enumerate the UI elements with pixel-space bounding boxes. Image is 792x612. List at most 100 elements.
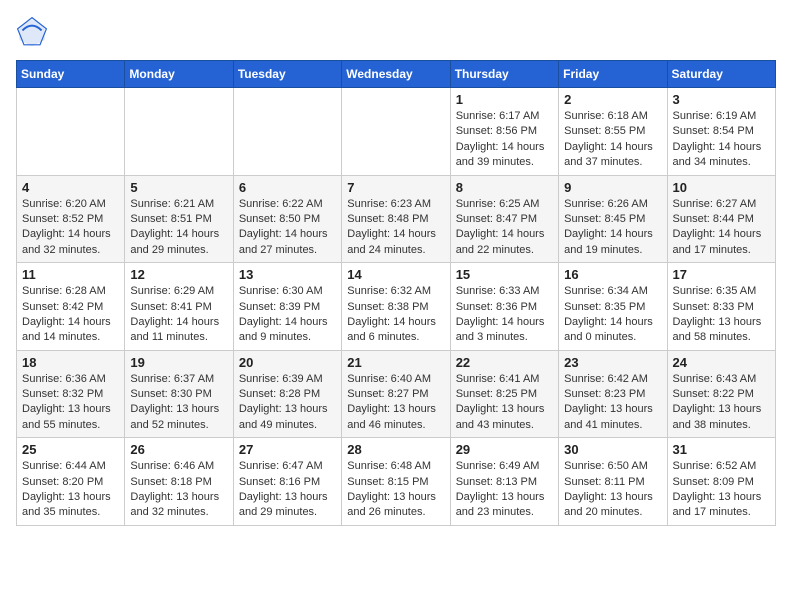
header-cell-tuesday: Tuesday xyxy=(233,61,341,88)
day-info: Sunrise: 6:47 AM Sunset: 8:16 PM Dayligh… xyxy=(239,459,336,521)
calendar-cell: 17 Sunrise: 6:35 AM Sunset: 8:33 PM Dayli… xyxy=(667,263,775,351)
day-number: 31 xyxy=(673,442,770,457)
day-number: 29 xyxy=(456,442,553,457)
day-info: Sunrise: 6:19 AM Sunset: 8:54 PM Dayligh… xyxy=(673,109,770,171)
day-info: Sunrise: 6:40 AM Sunset: 8:27 PM Dayligh… xyxy=(347,372,444,434)
day-number: 12 xyxy=(130,267,227,282)
calendar-cell: 30 Sunrise: 6:50 AM Sunset: 8:11 PM Dayli… xyxy=(559,438,667,526)
calendar-week-5: 25 Sunrise: 6:44 AM Sunset: 8:20 PM Dayli… xyxy=(17,438,776,526)
calendar-week-3: 11Sunrise: 6:28 AM Sunset: 8:42 PM Dayli… xyxy=(17,263,776,351)
day-info: Sunrise: 6:23 AM Sunset: 8:48 PM Dayligh… xyxy=(347,197,444,259)
day-info: Sunrise: 6:27 AM Sunset: 8:44 PM Dayligh… xyxy=(673,197,770,259)
calendar-cell: 6 Sunrise: 6:22 AM Sunset: 8:50 PM Daylig… xyxy=(233,175,341,263)
day-number: 21 xyxy=(347,355,444,370)
day-info: Sunrise: 6:32 AM Sunset: 8:38 PM Dayligh… xyxy=(347,284,444,346)
calendar-cell: 19Sunrise: 6:37 AM Sunset: 8:30 PM Dayli… xyxy=(125,350,233,438)
calendar-cell: 21 Sunrise: 6:40 AM Sunset: 8:27 PM Dayli… xyxy=(342,350,450,438)
calendar-cell xyxy=(125,88,233,176)
day-info: Sunrise: 6:41 AM Sunset: 8:25 PM Dayligh… xyxy=(456,372,553,434)
day-info: Sunrise: 6:20 AM Sunset: 8:52 PM Dayligh… xyxy=(22,197,119,259)
header-cell-thursday: Thursday xyxy=(450,61,558,88)
day-info: Sunrise: 6:25 AM Sunset: 8:47 PM Dayligh… xyxy=(456,197,553,259)
day-info: Sunrise: 6:26 AM Sunset: 8:45 PM Dayligh… xyxy=(564,197,661,259)
calendar-cell: 12 Sunrise: 6:29 AM Sunset: 8:41 PM Dayli… xyxy=(125,263,233,351)
day-info: Sunrise: 6:39 AM Sunset: 8:28 PM Dayligh… xyxy=(239,372,336,434)
day-number: 16 xyxy=(564,267,661,282)
day-number: 20 xyxy=(239,355,336,370)
day-number: 26 xyxy=(130,442,227,457)
day-info: Sunrise: 6:18 AM Sunset: 8:55 PM Dayligh… xyxy=(564,109,661,171)
header-cell-sunday: Sunday xyxy=(17,61,125,88)
calendar-cell: 7Sunrise: 6:23 AM Sunset: 8:48 PM Daylig… xyxy=(342,175,450,263)
calendar-cell: 10 Sunrise: 6:27 AM Sunset: 8:44 PM Dayli… xyxy=(667,175,775,263)
day-number: 28 xyxy=(347,442,444,457)
calendar-cell: 16Sunrise: 6:34 AM Sunset: 8:35 PM Dayli… xyxy=(559,263,667,351)
day-number: 1 xyxy=(456,92,553,107)
day-info: Sunrise: 6:52 AM Sunset: 8:09 PM Dayligh… xyxy=(673,459,770,521)
calendar-cell: 27 Sunrise: 6:47 AM Sunset: 8:16 PM Dayli… xyxy=(233,438,341,526)
header-cell-monday: Monday xyxy=(125,61,233,88)
day-number: 22 xyxy=(456,355,553,370)
calendar-cell: 4 Sunrise: 6:20 AM Sunset: 8:52 PM Daylig… xyxy=(17,175,125,263)
day-number: 14 xyxy=(347,267,444,282)
calendar-cell: 28Sunrise: 6:48 AM Sunset: 8:15 PM Dayli… xyxy=(342,438,450,526)
calendar-cell: 3 Sunrise: 6:19 AM Sunset: 8:54 PM Daylig… xyxy=(667,88,775,176)
calendar-cell: 23Sunrise: 6:42 AM Sunset: 8:23 PM Dayli… xyxy=(559,350,667,438)
day-info: Sunrise: 6:50 AM Sunset: 8:11 PM Dayligh… xyxy=(564,459,661,521)
calendar-cell: 31 Sunrise: 6:52 AM Sunset: 8:09 PM Dayli… xyxy=(667,438,775,526)
calendar-week-2: 4 Sunrise: 6:20 AM Sunset: 8:52 PM Daylig… xyxy=(17,175,776,263)
day-number: 30 xyxy=(564,442,661,457)
day-info: Sunrise: 6:37 AM Sunset: 8:30 PM Dayligh… xyxy=(130,372,227,434)
calendar-cell: 18 Sunrise: 6:36 AM Sunset: 8:32 PM Dayli… xyxy=(17,350,125,438)
calendar-cell: 26 Sunrise: 6:46 AM Sunset: 8:18 PM Dayli… xyxy=(125,438,233,526)
day-number: 24 xyxy=(673,355,770,370)
day-number: 27 xyxy=(239,442,336,457)
calendar-cell: 1 Sunrise: 6:17 AM Sunset: 8:56 PM Daylig… xyxy=(450,88,558,176)
day-number: 5 xyxy=(130,180,227,195)
day-number: 17 xyxy=(673,267,770,282)
calendar-cell: 25 Sunrise: 6:44 AM Sunset: 8:20 PM Dayli… xyxy=(17,438,125,526)
day-number: 25 xyxy=(22,442,119,457)
page-header xyxy=(16,16,776,48)
calendar-cell xyxy=(233,88,341,176)
day-info: Sunrise: 6:35 AM Sunset: 8:33 PM Dayligh… xyxy=(673,284,770,346)
calendar-cell: 24 Sunrise: 6:43 AM Sunset: 8:22 PM Dayli… xyxy=(667,350,775,438)
logo-icon xyxy=(16,16,48,48)
calendar-cell: 15Sunrise: 6:33 AM Sunset: 8:36 PM Dayli… xyxy=(450,263,558,351)
calendar-cell: 29 Sunrise: 6:49 AM Sunset: 8:13 PM Dayli… xyxy=(450,438,558,526)
calendar-cell xyxy=(17,88,125,176)
calendar-body: 1 Sunrise: 6:17 AM Sunset: 8:56 PM Daylig… xyxy=(17,88,776,526)
day-info: Sunrise: 6:33 AM Sunset: 8:36 PM Dayligh… xyxy=(456,284,553,346)
day-info: Sunrise: 6:36 AM Sunset: 8:32 PM Dayligh… xyxy=(22,372,119,434)
day-number: 4 xyxy=(22,180,119,195)
day-info: Sunrise: 6:43 AM Sunset: 8:22 PM Dayligh… xyxy=(673,372,770,434)
day-number: 23 xyxy=(564,355,661,370)
day-number: 6 xyxy=(239,180,336,195)
calendar-cell: 5Sunrise: 6:21 AM Sunset: 8:51 PM Daylig… xyxy=(125,175,233,263)
calendar-cell: 22 Sunrise: 6:41 AM Sunset: 8:25 PM Dayli… xyxy=(450,350,558,438)
calendar-header: SundayMondayTuesdayWednesdayThursdayFrid… xyxy=(17,61,776,88)
day-info: Sunrise: 6:46 AM Sunset: 8:18 PM Dayligh… xyxy=(130,459,227,521)
day-info: Sunrise: 6:49 AM Sunset: 8:13 PM Dayligh… xyxy=(456,459,553,521)
calendar-cell: 11Sunrise: 6:28 AM Sunset: 8:42 PM Dayli… xyxy=(17,263,125,351)
logo xyxy=(16,16,52,48)
calendar-cell: 20 Sunrise: 6:39 AM Sunset: 8:28 PM Dayli… xyxy=(233,350,341,438)
calendar-cell: 13Sunrise: 6:30 AM Sunset: 8:39 PM Dayli… xyxy=(233,263,341,351)
header-cell-saturday: Saturday xyxy=(667,61,775,88)
day-number: 9 xyxy=(564,180,661,195)
day-number: 11 xyxy=(22,267,119,282)
calendar-cell: 9 Sunrise: 6:26 AM Sunset: 8:45 PM Daylig… xyxy=(559,175,667,263)
day-info: Sunrise: 6:29 AM Sunset: 8:41 PM Dayligh… xyxy=(130,284,227,346)
day-info: Sunrise: 6:17 AM Sunset: 8:56 PM Dayligh… xyxy=(456,109,553,171)
day-number: 2 xyxy=(564,92,661,107)
day-info: Sunrise: 6:22 AM Sunset: 8:50 PM Dayligh… xyxy=(239,197,336,259)
day-info: Sunrise: 6:44 AM Sunset: 8:20 PM Dayligh… xyxy=(22,459,119,521)
calendar-cell xyxy=(342,88,450,176)
day-number: 3 xyxy=(673,92,770,107)
day-number: 10 xyxy=(673,180,770,195)
day-number: 8 xyxy=(456,180,553,195)
calendar-cell: 8 Sunrise: 6:25 AM Sunset: 8:47 PM Daylig… xyxy=(450,175,558,263)
day-number: 18 xyxy=(22,355,119,370)
calendar-table: SundayMondayTuesdayWednesdayThursdayFrid… xyxy=(16,60,776,526)
calendar-week-4: 18 Sunrise: 6:36 AM Sunset: 8:32 PM Dayli… xyxy=(17,350,776,438)
